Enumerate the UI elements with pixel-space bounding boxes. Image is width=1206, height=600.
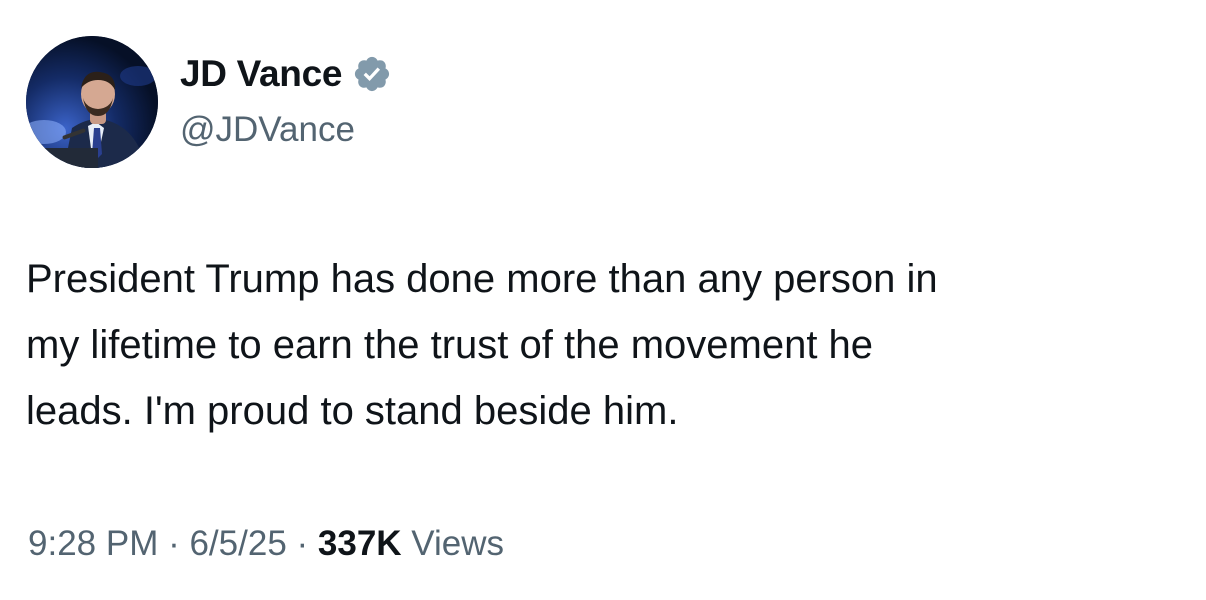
meta-separator: ·	[158, 524, 190, 563]
author-handle[interactable]: @JDVance	[180, 108, 355, 152]
tweet-text: President Trump has done more than any p…	[26, 257, 938, 433]
meta-separator: ·	[286, 524, 318, 563]
display-name[interactable]: JD Vance	[180, 52, 342, 96]
author-name-row: JD Vance	[180, 52, 392, 96]
avatar[interactable]	[26, 36, 158, 168]
avatar-photo	[26, 36, 158, 168]
views-count[interactable]: 337K	[318, 524, 402, 563]
tweet-time[interactable]: 9:28 PM	[28, 524, 158, 563]
tweet-date[interactable]: 6/5/25	[189, 524, 286, 563]
views-label[interactable]: Views	[402, 524, 504, 563]
tweet-meta: 9:28 PM · 6/5/25 · 337K Views	[28, 520, 504, 568]
verified-badge-icon	[352, 54, 392, 94]
tweet-card: JD Vance @JDVance President Trump has do…	[0, 0, 1206, 600]
